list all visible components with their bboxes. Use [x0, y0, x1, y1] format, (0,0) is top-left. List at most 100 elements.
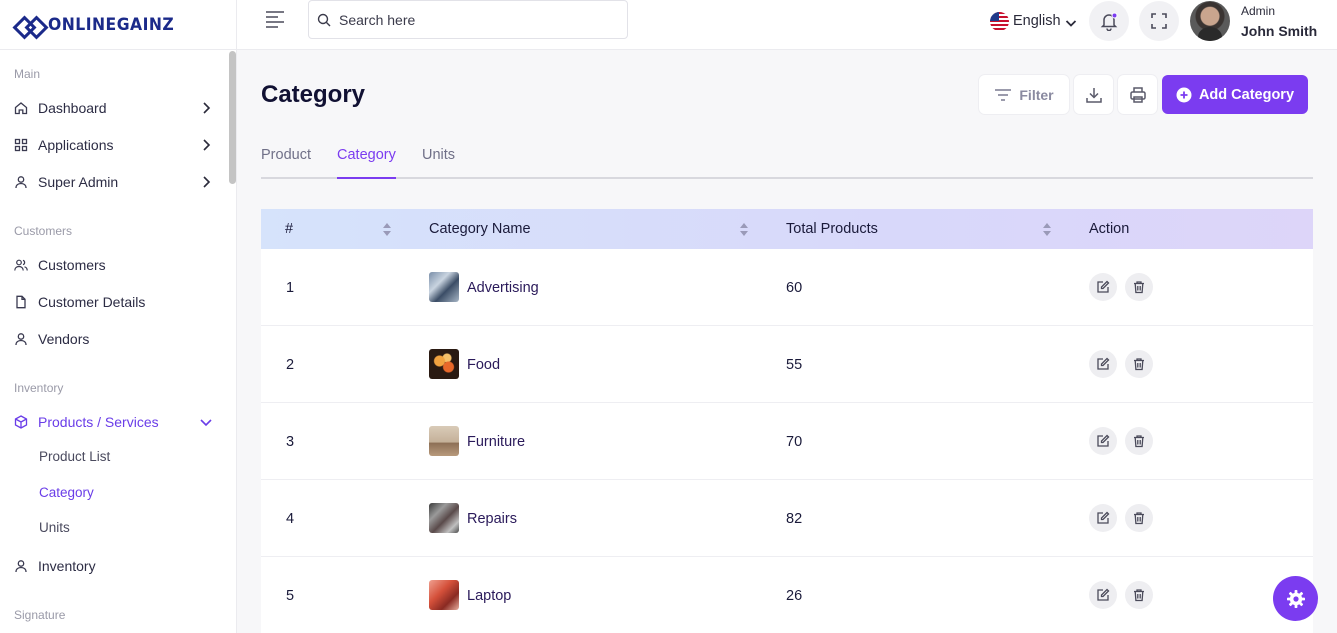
row-number: 3	[286, 434, 295, 450]
search-input[interactable]	[339, 11, 619, 28]
delete-button[interactable]	[1125, 581, 1153, 609]
avatar[interactable]	[1190, 1, 1230, 41]
sort-icon[interactable]	[1043, 223, 1051, 236]
sidebar-item-products-services[interactable]: Products / Services	[0, 410, 228, 434]
total-products: 60	[786, 280, 803, 296]
user-icon	[14, 559, 28, 573]
edit-button[interactable]	[1089, 504, 1117, 532]
sidebar-item-customer-details[interactable]: Customer Details	[0, 290, 228, 314]
section-title-main: Main	[14, 67, 41, 81]
download-icon	[1085, 87, 1102, 103]
edit-button[interactable]	[1089, 350, 1117, 378]
column-header-action: Action	[1089, 221, 1130, 237]
category-name[interactable]: Furniture	[467, 434, 525, 450]
column-header-category-name[interactable]: Category Name	[429, 221, 531, 237]
chevron-down-icon	[200, 419, 212, 427]
trash-icon	[1134, 512, 1144, 525]
table-row: 5 Laptop 26	[261, 557, 1313, 633]
bell-icon	[1100, 12, 1118, 31]
section-title-signature: Signature	[14, 608, 66, 622]
print-button[interactable]	[1118, 75, 1157, 114]
sidebar: ONLINEGAINZ Main Dashboard Applications …	[0, 0, 237, 633]
category-name[interactable]: Advertising	[467, 280, 539, 296]
category-table: # Category Name Total Products Action 1 A…	[261, 209, 1313, 633]
tab-product[interactable]: Product	[261, 147, 311, 179]
row-number: 2	[286, 357, 295, 373]
sidebar-scrollbar[interactable]	[229, 51, 236, 184]
trash-icon	[1134, 358, 1144, 371]
category-thumbnail	[429, 426, 459, 456]
table-row: 4 Repairs 82	[261, 480, 1313, 557]
sidebar-item-super-admin[interactable]: Super Admin	[0, 170, 228, 194]
sort-icon[interactable]	[740, 223, 748, 236]
trash-icon	[1134, 435, 1144, 448]
category-thumbnail	[429, 580, 459, 610]
tab-units[interactable]: Units	[422, 147, 455, 179]
table-header: # Category Name Total Products Action	[261, 209, 1313, 249]
home-icon	[14, 101, 28, 115]
edit-button[interactable]	[1089, 273, 1117, 301]
users-icon	[14, 258, 28, 272]
search-box	[308, 0, 628, 39]
category-name[interactable]: Repairs	[467, 511, 517, 527]
section-title-inventory: Inventory	[14, 381, 64, 395]
filter-label: Filter	[1019, 86, 1054, 103]
edit-button[interactable]	[1089, 581, 1117, 609]
chevron-right-icon	[203, 102, 211, 114]
category-thumbnail	[429, 272, 459, 302]
sidebar-item-applications[interactable]: Applications	[0, 133, 228, 157]
sidebar-nav: Main Dashboard Applications Super Admin …	[0, 51, 228, 633]
trash-icon	[1134, 589, 1144, 602]
add-category-button[interactable]: Add Category	[1162, 75, 1308, 114]
sidebar-subitem-units[interactable]: Units	[39, 520, 70, 535]
file-icon	[14, 295, 28, 309]
sidebar-subitem-product-list[interactable]: Product List	[39, 449, 110, 464]
sidebar-item-label: Dashboard	[38, 100, 107, 116]
edit-button[interactable]	[1089, 427, 1117, 455]
chevron-right-icon	[203, 139, 211, 151]
user-name[interactable]: John Smith	[1241, 23, 1317, 39]
download-button[interactable]	[1074, 75, 1113, 114]
language-selector[interactable]: English	[990, 11, 1078, 31]
table-row: 3 Furniture 70	[261, 403, 1313, 480]
sidebar-item-inventory[interactable]: Inventory	[0, 554, 228, 578]
tab-category[interactable]: Category	[337, 147, 396, 179]
sidebar-item-dashboard[interactable]: Dashboard	[0, 96, 228, 120]
brand-logo[interactable]: ONLINEGAINZ	[0, 0, 236, 50]
user-icon	[14, 332, 28, 346]
sidebar-item-vendors[interactable]: Vendors	[0, 327, 228, 351]
category-thumbnail	[429, 349, 459, 379]
user-role: Admin	[1241, 4, 1276, 18]
sort-icon[interactable]	[383, 223, 391, 236]
sidebar-item-label: Super Admin	[38, 174, 119, 190]
category-name[interactable]: Laptop	[467, 588, 511, 604]
delete-button[interactable]	[1125, 273, 1153, 301]
notifications-button[interactable]	[1089, 1, 1129, 41]
menu-toggle-icon[interactable]	[265, 10, 285, 28]
page-title: Category	[261, 81, 366, 108]
edit-icon	[1097, 588, 1110, 601]
fullscreen-icon	[1151, 13, 1167, 29]
plus-circle-icon	[1176, 87, 1192, 102]
column-header-number[interactable]: #	[285, 221, 293, 237]
delete-button[interactable]	[1125, 504, 1153, 532]
sidebar-item-label: Applications	[38, 137, 114, 153]
table-row: 2 Food 55	[261, 326, 1313, 403]
total-products: 82	[786, 511, 803, 527]
total-products: 26	[786, 588, 803, 604]
sidebar-subitem-category[interactable]: Category	[39, 485, 94, 500]
row-number: 5	[286, 588, 295, 604]
sidebar-item-customers[interactable]: Customers	[0, 253, 228, 277]
category-thumbnail	[429, 503, 459, 533]
delete-button[interactable]	[1125, 350, 1153, 378]
column-header-total-products[interactable]: Total Products	[786, 221, 878, 237]
fullscreen-button[interactable]	[1139, 1, 1179, 41]
topbar: English Admin John Smith	[237, 0, 1337, 50]
category-name[interactable]: Food	[467, 357, 500, 373]
sidebar-item-label: Customers	[38, 257, 106, 273]
filter-button[interactable]: Filter	[979, 75, 1069, 114]
settings-button[interactable]	[1273, 576, 1318, 621]
logo-icon	[14, 17, 44, 33]
delete-button[interactable]	[1125, 427, 1153, 455]
chevron-down-icon	[1065, 19, 1076, 27]
